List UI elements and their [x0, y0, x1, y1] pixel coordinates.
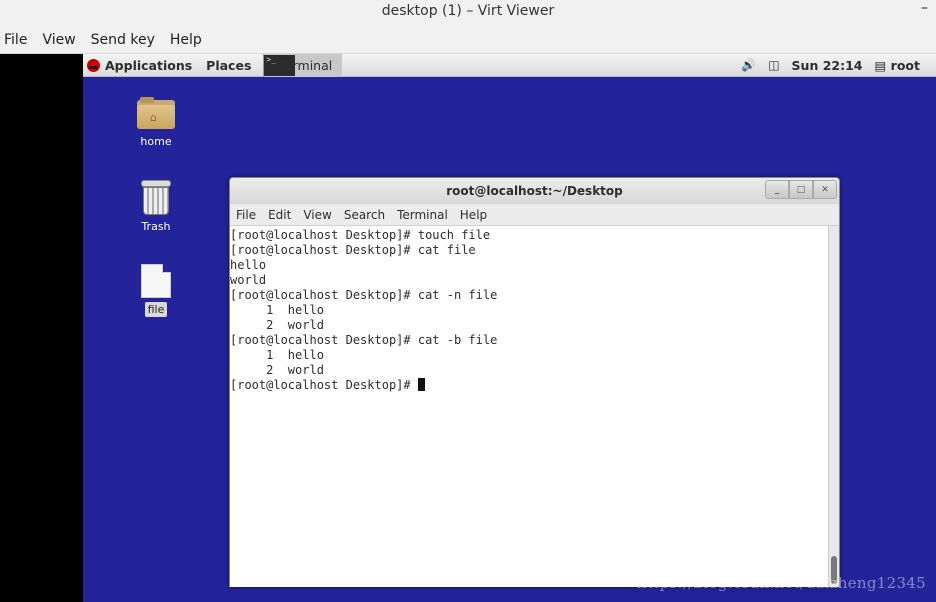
taskbar-terminal-label: Terminal	[279, 57, 333, 73]
places-menu[interactable]: Places	[206, 58, 251, 73]
minimize-button[interactable]: –	[921, 0, 928, 16]
viewer-menu-help[interactable]: Help	[166, 32, 209, 48]
terminal-line: [root@localhost Desktop]# cat file	[230, 243, 476, 257]
terminal-line: 1 hello	[230, 303, 324, 317]
network-icon[interactable]: ◫	[768, 58, 779, 72]
volume-icon[interactable]: 🔊	[741, 58, 756, 72]
applications-label: Applications	[105, 57, 193, 73]
guest-desktop[interactable]: Applications Places >_ Terminal 🔊 ◫ Sun …	[83, 54, 936, 602]
terminal-prompt-line: [root@localhost Desktop]#	[230, 378, 828, 393]
terminal-window[interactable]: root@localhost:~/Desktop _ □ ✕ File Edit…	[229, 177, 840, 587]
document-icon	[141, 264, 171, 298]
terminal-titlebar[interactable]: root@localhost:~/Desktop _ □ ✕	[230, 178, 839, 204]
trash-desktop-icon[interactable]: Trash	[126, 178, 186, 233]
top-panel: Applications Places >_ Terminal 🔊 ◫ Sun …	[83, 54, 936, 77]
home-desktop-icon[interactable]: ⌂ home	[126, 97, 186, 148]
file-label: file	[144, 302, 168, 317]
file-desktop-icon[interactable]: file	[126, 264, 186, 317]
terminal-line: hello	[230, 258, 267, 272]
trash-label: Trash	[141, 220, 171, 233]
viewer-margin	[0, 54, 83, 602]
terminal-line: [root@localhost Desktop]# touch file	[230, 228, 491, 242]
folder-icon: ⌂	[137, 97, 175, 129]
viewer-menubar: File View Send key Help	[0, 27, 936, 54]
taskbar-terminal[interactable]: >_ Terminal	[263, 54, 343, 77]
user-name: root	[890, 57, 920, 73]
terminal-menu-terminal[interactable]: Terminal	[397, 208, 448, 222]
terminal-prompt: [root@localhost Desktop]#	[230, 378, 418, 392]
close-window-button[interactable]: ✕	[813, 180, 837, 199]
minimize-window-button[interactable]: _	[765, 180, 789, 199]
watermark: https://blog.csdn.net/daizheng12345	[637, 574, 926, 592]
viewer-menu-file[interactable]: File	[0, 32, 34, 48]
terminal-line: world	[230, 273, 267, 287]
viewer-titlebar: desktop (1) – Virt Viewer –	[0, 0, 936, 27]
clock[interactable]: Sun 22:14	[792, 58, 863, 73]
terminal-output[interactable]: [root@localhost Desktop]# touch file [ro…	[230, 226, 828, 587]
terminal-menu-file[interactable]: File	[236, 208, 256, 222]
terminal-menu-help[interactable]: Help	[460, 208, 487, 222]
window-controls: _ □ ✕	[765, 180, 837, 199]
terminal-scrollbar[interactable]	[828, 226, 839, 587]
status-area: 🔊 ◫ Sun 22:14 ▤ root	[741, 58, 920, 73]
terminal-line: 1 hello	[230, 348, 324, 362]
viewer-menu-view[interactable]: View	[38, 32, 82, 48]
trash-icon	[140, 178, 172, 216]
terminal-line: [root@localhost Desktop]# cat -b file	[230, 333, 498, 347]
home-label: home	[140, 135, 172, 148]
terminal-menubar: File Edit View Search Terminal Help	[230, 204, 839, 226]
terminal-line: 2 world	[230, 318, 324, 332]
viewer-title: desktop (1) – Virt Viewer	[381, 2, 555, 19]
user-menu[interactable]: ▤ root	[875, 58, 921, 73]
redhat-icon	[87, 58, 100, 72]
viewer-menu-send-key[interactable]: Send key	[87, 32, 162, 48]
terminal-line: 2 world	[230, 363, 324, 377]
maximize-window-button[interactable]: □	[789, 180, 813, 199]
terminal-title: root@localhost:~/Desktop	[446, 184, 623, 198]
terminal-line: [root@localhost Desktop]# cat -n file	[230, 288, 498, 302]
terminal-menu-edit[interactable]: Edit	[268, 208, 291, 222]
terminal-menu-view[interactable]: View	[303, 208, 331, 222]
applications-menu[interactable]: Applications	[87, 58, 192, 73]
terminal-cursor	[417, 378, 425, 391]
terminal-menu-search[interactable]: Search	[344, 208, 385, 222]
